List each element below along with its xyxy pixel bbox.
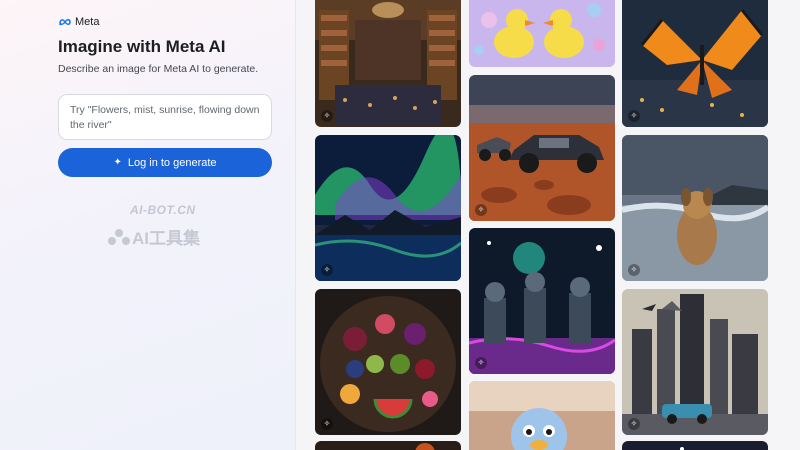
- watermark-logo: AI工具集: [108, 224, 200, 249]
- futuristic-city-image: [622, 289, 768, 435]
- image-gallery: ✧ ✧ ✧ ✧ ✧ ✧ ✧ ✧: [296, 0, 800, 450]
- gallery-image-desert-car[interactable]: ✧: [469, 75, 615, 221]
- brand[interactable]: Meta: [58, 16, 99, 28]
- page-title: Imagine with Meta AI: [58, 37, 226, 56]
- fluffy-bird-image: [469, 381, 615, 450]
- night-sky-image: [622, 441, 768, 450]
- gallery-image-library[interactable]: ✧: [315, 0, 461, 127]
- image-generate-icon: ✧: [321, 264, 333, 276]
- desert-car-image: [469, 75, 615, 221]
- dog-waves-image: [622, 135, 768, 281]
- brand-name: Meta: [75, 16, 100, 28]
- gallery-image-aurora[interactable]: ✧: [315, 135, 461, 281]
- ducks-image: [469, 0, 615, 67]
- left-panel: Meta Imagine with Meta AI Describe an im…: [0, 0, 296, 450]
- meta-infinity-icon: [59, 19, 71, 26]
- page-subtitle: Describe an image for Meta AI to generat…: [58, 63, 259, 75]
- image-generate-icon: ✧: [475, 204, 487, 216]
- image-generate-icon: ✧: [475, 357, 487, 369]
- gallery-image-space-explorers[interactable]: ✧: [469, 228, 615, 374]
- space-explorers-image: [469, 228, 615, 374]
- watermark-domain: AI-BOT.CN: [130, 203, 196, 217]
- watermark-paw-icon: [108, 228, 130, 245]
- gallery-image-fruit-bowl[interactable]: ✧: [315, 289, 461, 435]
- butterfly-image: [622, 0, 768, 127]
- image-generate-icon: ✧: [628, 418, 640, 430]
- login-to-generate-button[interactable]: ✦ Log in to generate: [58, 148, 272, 177]
- image-generate-icon: ✧: [321, 110, 333, 122]
- sparkle-icon: ✦: [113, 157, 122, 168]
- gallery-image-fluffy-bird[interactable]: [469, 381, 615, 450]
- gallery-image-butterfly[interactable]: ✧: [622, 0, 768, 127]
- login-button-label: Log in to generate: [127, 156, 217, 169]
- image-generate-icon: ✧: [628, 264, 640, 276]
- gallery-image-ducks[interactable]: [469, 0, 615, 67]
- gallery-image-night-sky[interactable]: [622, 441, 768, 450]
- library-image: [315, 0, 461, 127]
- prompt-input[interactable]: [58, 94, 272, 140]
- gallery-image-futuristic-city[interactable]: ✧: [622, 289, 768, 435]
- gallery-image-food[interactable]: [315, 441, 461, 450]
- image-generate-icon: ✧: [628, 110, 640, 122]
- fruit-bowl-image: [315, 289, 461, 435]
- food-image: [315, 441, 461, 450]
- image-generate-icon: ✧: [321, 418, 333, 430]
- aurora-image: [315, 135, 461, 281]
- watermark-text: AI工具集: [132, 229, 200, 248]
- gallery-image-dog-waves[interactable]: ✧: [622, 135, 768, 281]
